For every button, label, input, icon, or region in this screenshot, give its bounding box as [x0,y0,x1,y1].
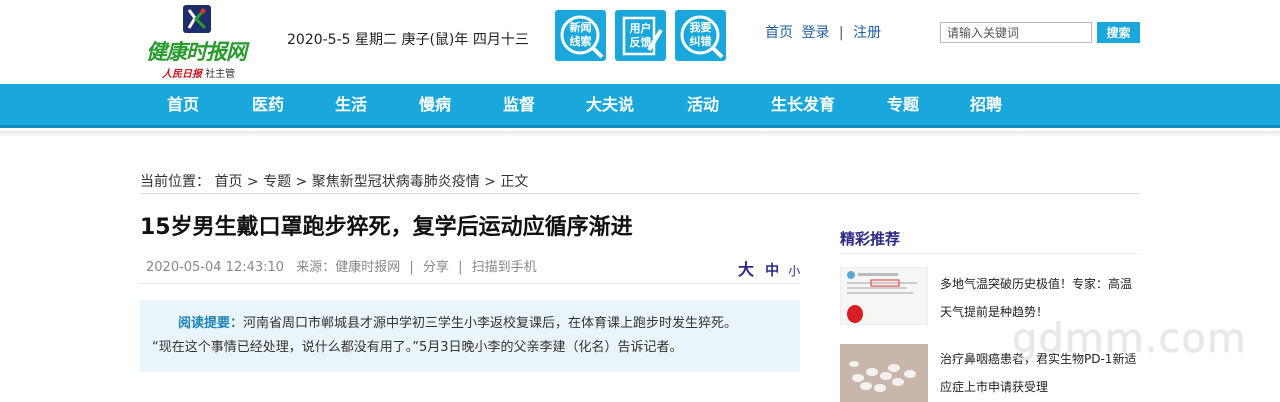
article-meta: 2020-05-04 12:43:10 来源：健康时报网 | 分享 | 扫描到手… [146,256,537,275]
article-title: 15岁男生戴口罩跑步猝死，复学后运动应循序渐进 [140,215,633,240]
header-date: 2020-5-5 星期二 庚子(鼠)年 四月十三 [287,32,529,48]
link-separator: | [838,25,844,41]
nav-item-doctor-says[interactable]: 大夫说 [586,84,634,125]
article-datetime: 2020-05-04 12:43:10 [146,260,285,275]
meta-separator: | [458,260,463,275]
nav-item-topics[interactable]: 专题 [887,84,919,125]
divider [840,253,1140,254]
article-source: 来源：健康时报网 [296,260,401,275]
logo-sub-text: 社主管 [205,69,236,80]
news-thumbnail-image [841,268,927,324]
summary-label: 阅读提要： [178,316,244,331]
nav-item-supervision[interactable]: 监督 [503,84,535,125]
breadcrumb-home[interactable]: 首页 [214,174,242,190]
user-feedback-button[interactable]: 用户 反馈 [615,10,666,61]
nav-item-home[interactable]: 首页 [167,84,199,125]
breadcrumb-prefix: 当前位置： [140,174,210,190]
font-size-switch: 大 中 小 [738,256,800,280]
search-button[interactable]: 搜索 [1097,22,1140,43]
breadcrumb-sep: > [246,174,259,190]
share-link[interactable]: 分享 [423,260,449,275]
badge-label-line1: 用户 [629,22,652,35]
badge-label-line1: 我要 [689,21,712,34]
nav-item-chronic[interactable]: 慢病 [419,84,451,125]
badge-label-line2: 线索 [569,35,592,48]
scan-to-phone-link[interactable]: 扫描到手机 [472,260,537,275]
logo-subtitle: 人民日报 社主管 [162,65,235,80]
divider [140,283,800,284]
breadcrumb-topics[interactable]: 专题 [263,174,291,190]
logo-mark-icon [183,5,211,33]
watermark: gdmm.com [1012,316,1247,362]
breadcrumb: 当前位置： 首页 > 专题 > 聚焦新型冠状病毒肺炎疫情 > 正文 [140,171,528,191]
summary-text: 河南省周口市郸城县才源中学初三学生小李返校复课后，在体育课上跑步时发生猝死。 [243,316,738,331]
font-size-large-button[interactable]: 大 [738,260,754,279]
site-logo[interactable]: 健康时报网 人民日报 社主管 [146,4,250,80]
main-nav: 首页 医药 生活 慢病 监督 大夫说 活动 生长发育 专题 招聘 [0,84,1280,128]
nav-item-jobs[interactable]: 招聘 [970,84,1002,125]
badge-label-line2: 纠错 [689,35,712,48]
register-link[interactable]: 注册 [853,25,881,41]
login-link[interactable]: 登录 [801,25,829,41]
meta-separator: | [409,260,414,275]
font-size-small-button[interactable]: 小 [788,264,800,278]
article-summary: 阅读提要：河南省周口市郸城县才源中学初三学生小李返校复课后，在体育课上跑步时发生… [140,300,800,372]
divider [140,193,1140,194]
recommend-heading: 精彩推荐 [840,230,901,248]
breadcrumb-sep: > [484,174,496,190]
font-size-medium-button[interactable]: 中 [765,263,779,279]
breadcrumb-current: 正文 [500,174,529,190]
logo-text: 健康时报网 [146,40,247,64]
nav-item-activities[interactable]: 活动 [687,84,719,125]
breadcrumb-sep: > [295,174,308,190]
page: 健康时报网 人民日报 社主管 2020-5-5 星期二 庚子(鼠)年 四月十三 … [0,0,1280,402]
pills-image [840,344,928,402]
account-links: 首页 登录 | 注册 [765,22,881,42]
recommend-thumbnail[interactable] [840,267,928,325]
recommend-thumbnail[interactable] [840,344,928,402]
summary-line: 阅读提要：河南省周口市郸城县才源中学初三学生小李返校复课后，在体育课上跑步时发生… [152,312,786,336]
nav-shadow [0,131,1280,137]
report-error-button[interactable]: 我要 纠错 [675,10,726,61]
nav-item-medicine[interactable]: 医药 [252,84,284,125]
breadcrumb-covid[interactable]: 聚焦新型冠状病毒肺炎疫情 [312,174,480,190]
nav-item-life[interactable]: 生活 [335,84,367,125]
badge-label-line2: 反馈 [629,36,652,49]
badge-label-line1: 新闻 [569,21,592,34]
home-link[interactable]: 首页 [765,25,793,41]
nav-item-growth[interactable]: 生长发育 [771,84,835,125]
summary-line: “现在这个事情已经处理，说什么都没有用了。”5月3日晚小李的父亲李建（化名）告诉… [152,340,683,355]
news-tip-button[interactable]: 新闻 线索 [555,10,606,61]
logo-sub-red: 人民日报 [162,69,202,80]
search-input[interactable] [940,22,1092,43]
